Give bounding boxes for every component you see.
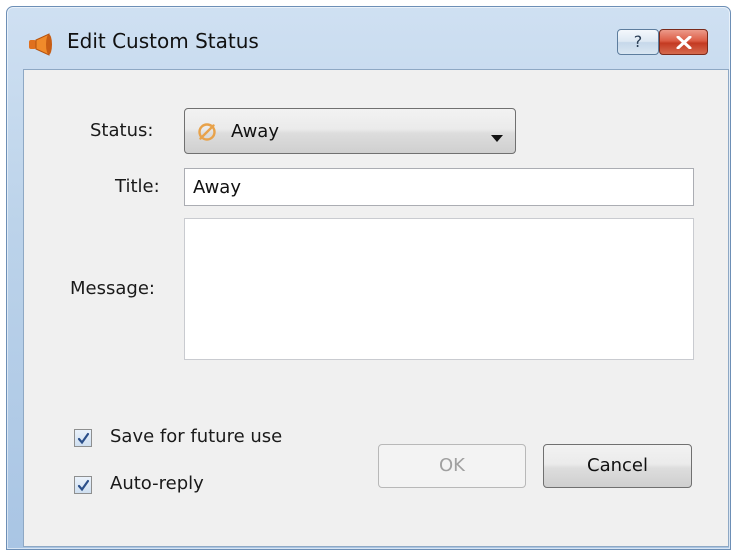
close-button[interactable] — [659, 29, 708, 55]
dialog-body: Status: Away Title: Away Message: Save f… — [23, 69, 729, 547]
title-input-value: Away — [193, 177, 241, 198]
title-bar[interactable]: Edit Custom Status ? — [7, 7, 730, 69]
title-input[interactable]: Away — [184, 168, 694, 206]
megaphone-icon — [27, 32, 55, 56]
message-textarea[interactable] — [184, 218, 694, 360]
status-label: Status: — [90, 120, 154, 141]
chevron-down-icon — [490, 128, 504, 147]
dialog-window: Edit Custom Status ? Status: Away Title:… — [6, 6, 731, 550]
auto-reply-label: Auto-reply — [110, 473, 204, 494]
save-for-future-use-checkbox[interactable] — [74, 429, 92, 447]
ok-button[interactable]: OK — [378, 444, 526, 488]
help-button[interactable]: ? — [617, 29, 659, 55]
away-status-icon — [197, 122, 217, 146]
message-label: Message: — [70, 278, 155, 299]
auto-reply-checkbox[interactable] — [74, 476, 92, 494]
status-dropdown[interactable]: Away — [184, 108, 516, 154]
checkmark-icon — [77, 479, 90, 492]
save-for-future-use-label: Save for future use — [110, 426, 283, 447]
checkmark-icon — [77, 432, 90, 445]
cancel-button[interactable]: Cancel — [543, 444, 692, 488]
window-title: Edit Custom Status — [67, 29, 259, 53]
close-icon — [676, 36, 692, 49]
status-selected-value: Away — [231, 121, 279, 142]
help-label: ? — [633, 32, 643, 51]
title-label: Title: — [115, 176, 160, 197]
